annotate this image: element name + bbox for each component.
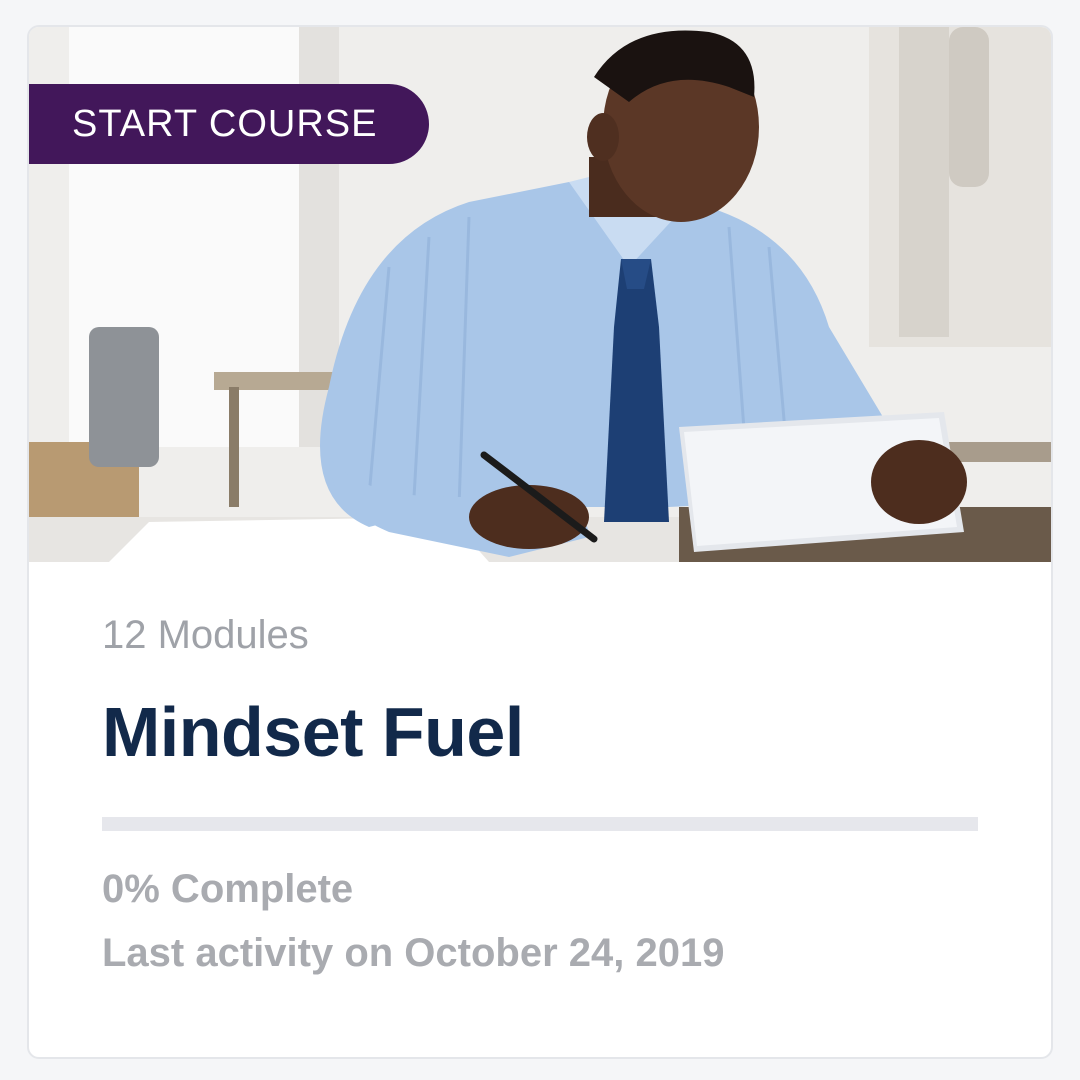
course-card[interactable]: START COURSE 12 Modules Mindset Fuel 0% … <box>27 25 1053 1059</box>
course-title[interactable]: Mindset Fuel <box>102 697 978 767</box>
last-activity-text: Last activity on October 24, 2019 <box>102 931 725 975</box>
module-count: 12 Modules <box>102 613 309 657</box>
progress-bar <box>102 817 978 831</box>
course-cover-image[interactable]: START COURSE <box>29 27 1051 562</box>
start-course-button[interactable]: START COURSE <box>29 84 429 164</box>
course-card-body: 12 Modules Mindset Fuel 0% Complete Last… <box>102 615 978 973</box>
progress-text: 0% Complete <box>102 867 354 911</box>
